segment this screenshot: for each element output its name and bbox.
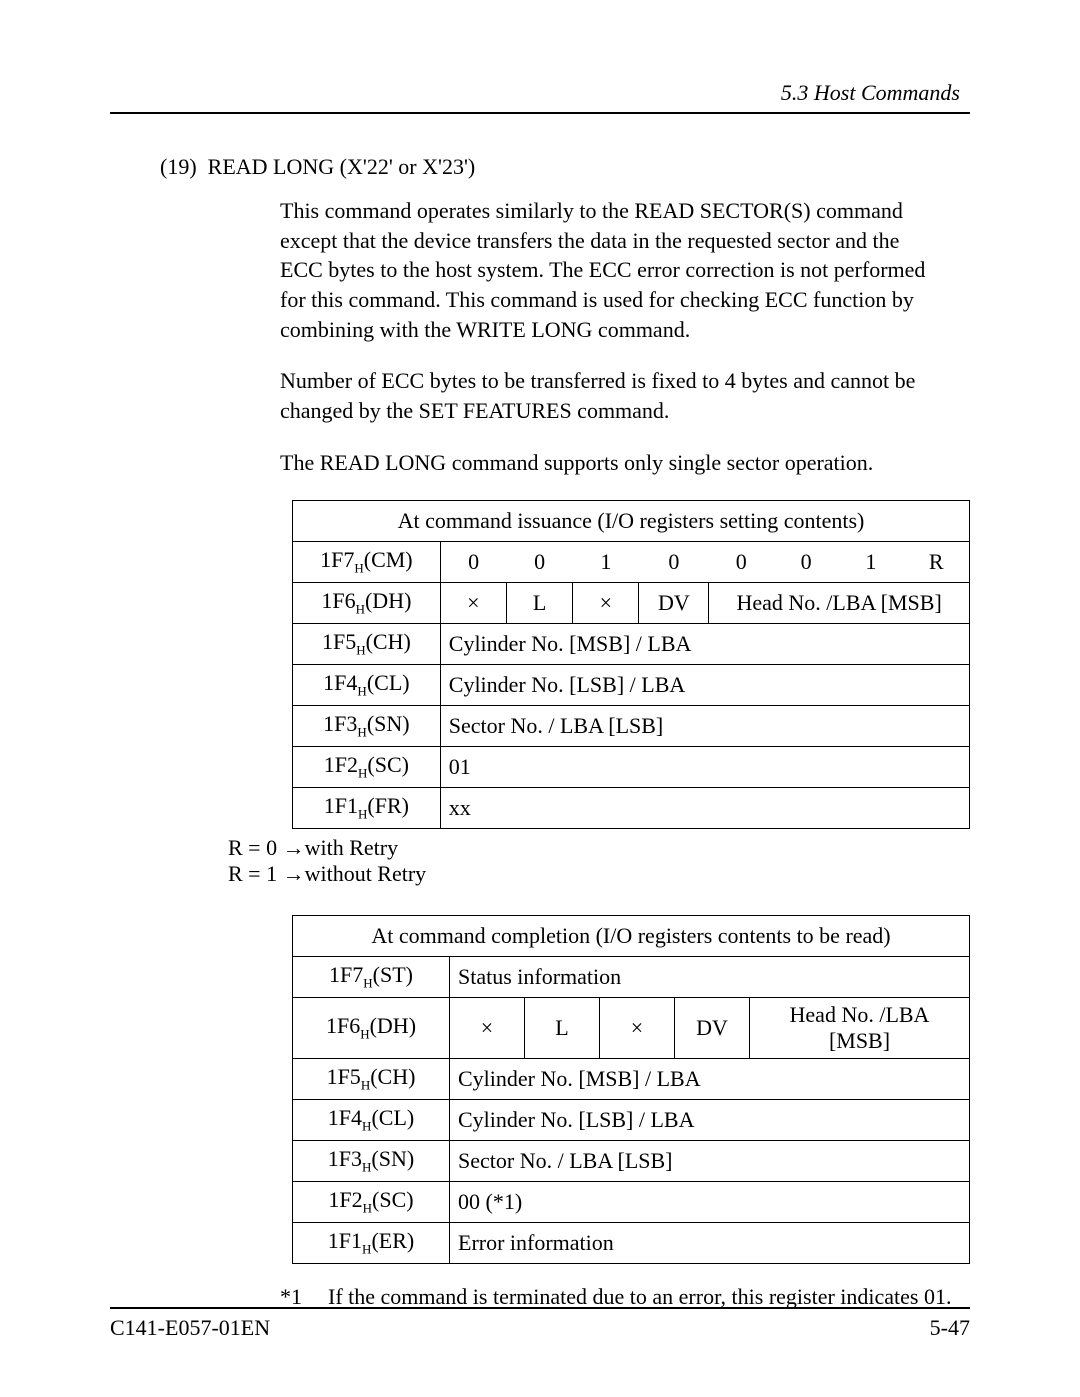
section-heading: (19) READ LONG (X'22' or X'23') [160,154,970,180]
section-number: (19) [160,154,197,179]
bit-cell: × [450,997,525,1058]
register-label: 1F2H(SC) [293,1181,450,1222]
data-cell: xx [440,787,969,828]
bit-cell: 1 [839,541,904,582]
bit-cell: × [600,997,675,1058]
register-label: 1F6H(DH) [293,997,450,1058]
bit-cell: × [440,582,506,623]
table-row: 1F7H(CM) 0 0 1 0 0 0 1 R [293,541,970,582]
page: 5.3 Host Commands (19) READ LONG (X'22' … [0,0,1080,1397]
footnote-text: If the command is terminated due to an e… [328,1284,951,1310]
register-label: 1F6H(DH) [293,582,441,623]
footnote: *1 If the command is terminated due to a… [280,1284,970,1310]
table-row: 1F1H(FR) xx [293,787,970,828]
register-label: 1F1H(ER) [293,1222,450,1263]
data-cell: Status information [450,956,970,997]
data-cell: 00 (*1) [450,1181,970,1222]
bit-cell: 0 [506,541,572,582]
register-label: 1F7H(CM) [293,541,441,582]
register-label: 1F2H(SC) [293,746,441,787]
bit-cell: DV [675,997,750,1058]
table-row: 1F2H(SC) 00 (*1) [293,1181,970,1222]
register-label: 1F7H(ST) [293,956,450,997]
bit-cell: R [903,541,969,582]
data-cell: 01 [440,746,969,787]
register-label: 1F5H(CH) [293,1058,450,1099]
table-row: 1F6H(DH) × L × DV Head No. /LBA [MSB] [293,582,970,623]
footer-left: C141-E057-01EN [110,1315,270,1341]
table-row: 1F2H(SC) 01 [293,746,970,787]
bit-cell: 0 [639,541,709,582]
data-cell: Cylinder No. [MSB] / LBA [450,1058,970,1099]
running-header: 5.3 Host Commands [110,80,970,106]
paragraph: The READ LONG command supports only sing… [280,448,946,478]
table-row: 1F6H(DH) × L × DV Head No. /LBA [MSB] [293,997,970,1058]
retry-note: R = 0 →with Retry R = 1 →without Retry [228,835,970,887]
data-cell: Sector No. / LBA [LSB] [440,705,969,746]
register-label: 1F3H(SN) [293,705,441,746]
data-cell: Error information [450,1222,970,1263]
retry-line: R = 0 →with Retry [228,835,970,861]
table-row: 1F4H(CL) Cylinder No. [LSB] / LBA [293,1099,970,1140]
paragraph: This command operates similarly to the R… [280,196,946,344]
paragraph: Number of ECC bytes to be transferred is… [280,366,946,425]
section-title-text: READ LONG (X'22' or X'23') [208,154,476,179]
footer-right: 5-47 [930,1315,970,1341]
bit-cell: 0 [440,541,506,582]
table-row: 1F3H(SN) Sector No. / LBA [LSB] [293,1140,970,1181]
data-cell: Sector No. / LBA [LSB] [450,1140,970,1181]
data-cell: Cylinder No. [LSB] / LBA [450,1099,970,1140]
data-cell: Head No. /LBA [MSB] [709,582,970,623]
footnote-mark: *1 [280,1284,328,1310]
retry-line: R = 1 →without Retry [228,861,970,887]
register-table-completion: At command completion (I/O registers con… [292,915,970,1264]
register-label: 1F1H(FR) [293,787,441,828]
register-label: 1F4H(CL) [293,1099,450,1140]
table-title: At command completion (I/O registers con… [293,915,970,956]
table-row: 1F5H(CH) Cylinder No. [MSB] / LBA [293,1058,970,1099]
header-rule [110,112,970,114]
table-row: 1F7H(ST) Status information [293,956,970,997]
bit-cell: L [525,997,600,1058]
data-cell: Cylinder No. [MSB] / LBA [440,623,969,664]
register-label: 1F5H(CH) [293,623,441,664]
register-table-issuance: At command issuance (I/O registers setti… [292,500,970,829]
data-cell: Cylinder No. [LSB] / LBA [440,664,969,705]
table-row: 1F4H(CL) Cylinder No. [LSB] / LBA [293,664,970,705]
bit-cell: × [573,582,639,623]
page-footer: C141-E057-01EN 5-47 [110,1307,970,1341]
footer-rule [110,1307,970,1309]
bit-cell: 0 [709,541,774,582]
table-row: 1F1H(ER) Error information [293,1222,970,1263]
bit-cell: 1 [573,541,639,582]
data-cell: Head No. /LBA [MSB] [750,997,970,1058]
register-label: 1F3H(SN) [293,1140,450,1181]
register-label: 1F4H(CL) [293,664,441,705]
bit-cell: DV [639,582,709,623]
table-row: 1F5H(CH) Cylinder No. [MSB] / LBA [293,623,970,664]
table-row: 1F3H(SN) Sector No. / LBA [LSB] [293,705,970,746]
bit-cell: 0 [774,541,839,582]
table-title: At command issuance (I/O registers setti… [293,500,970,541]
bit-cell: L [506,582,572,623]
